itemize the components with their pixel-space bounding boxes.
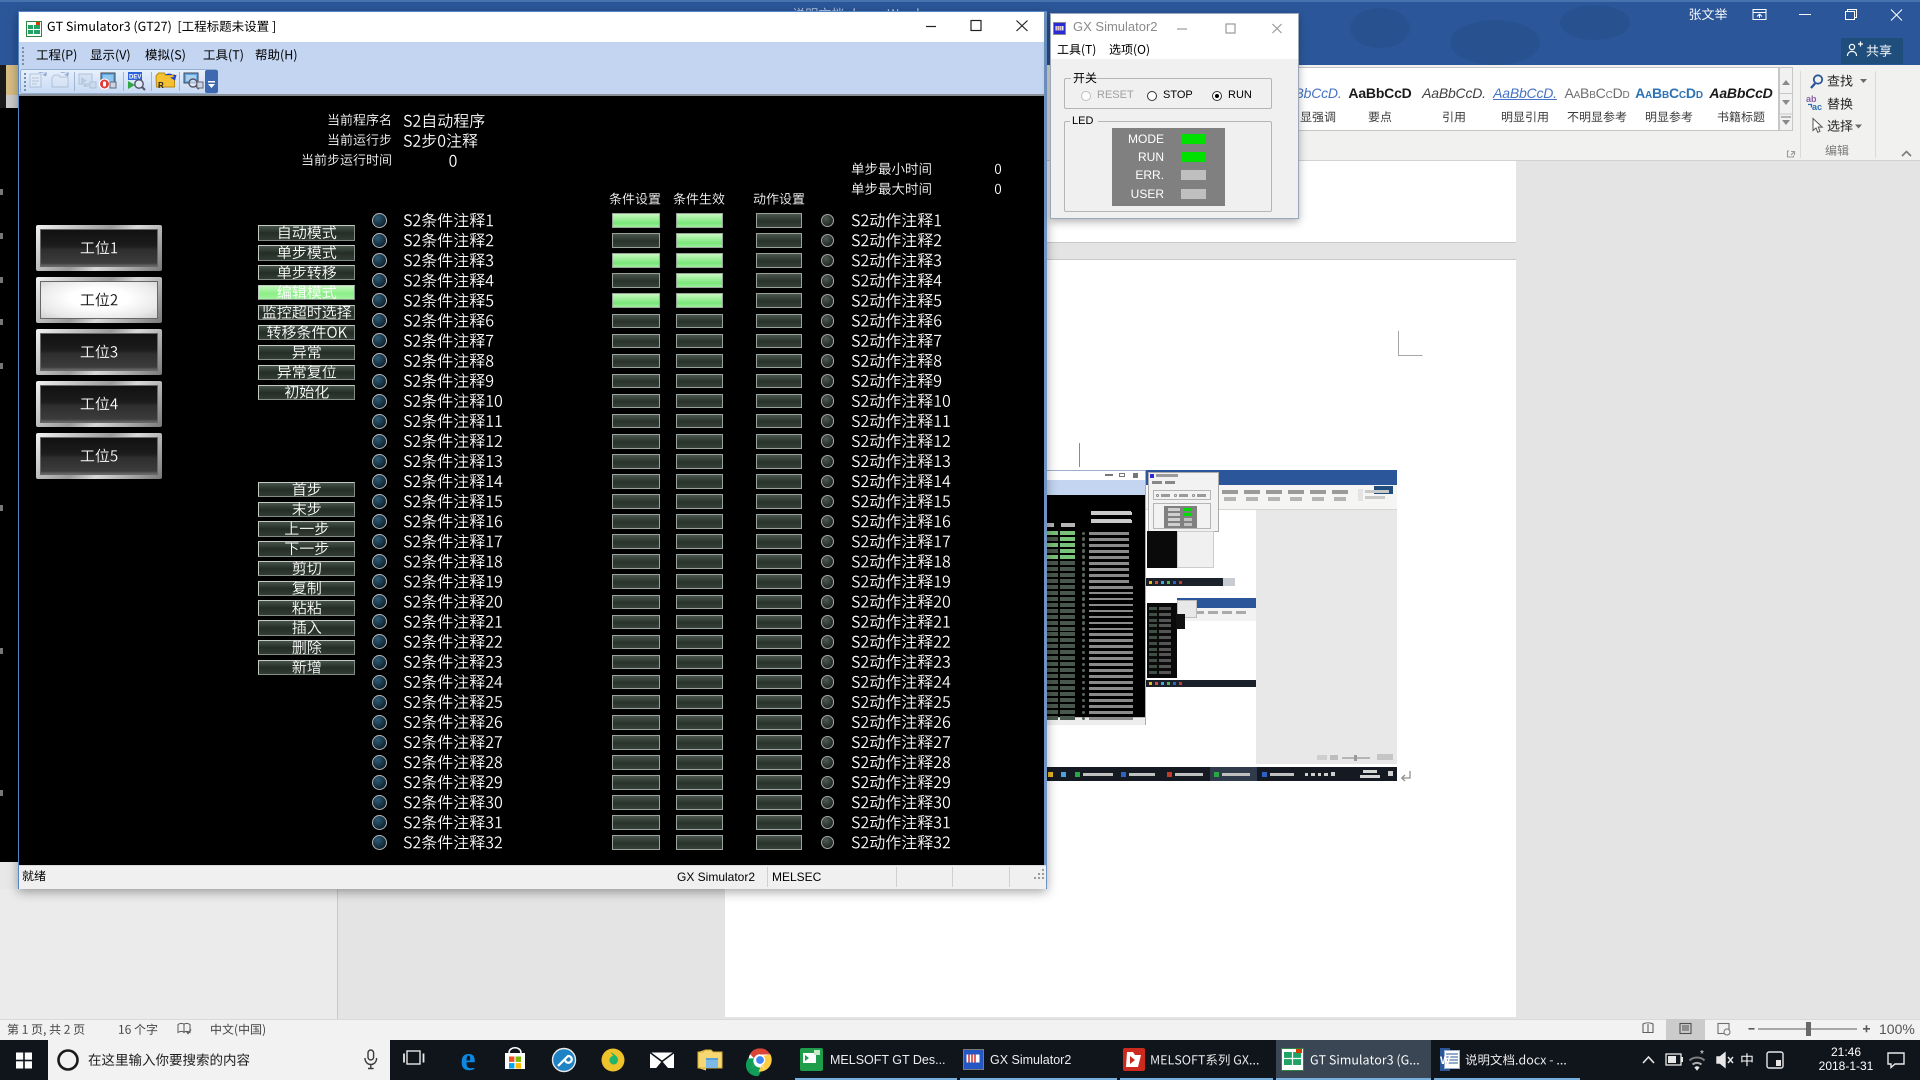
svg-text:R: R: [158, 81, 164, 90]
svg-text:W: W: [1440, 1055, 1451, 1067]
svg-text:*: *: [1700, 1049, 1704, 1060]
